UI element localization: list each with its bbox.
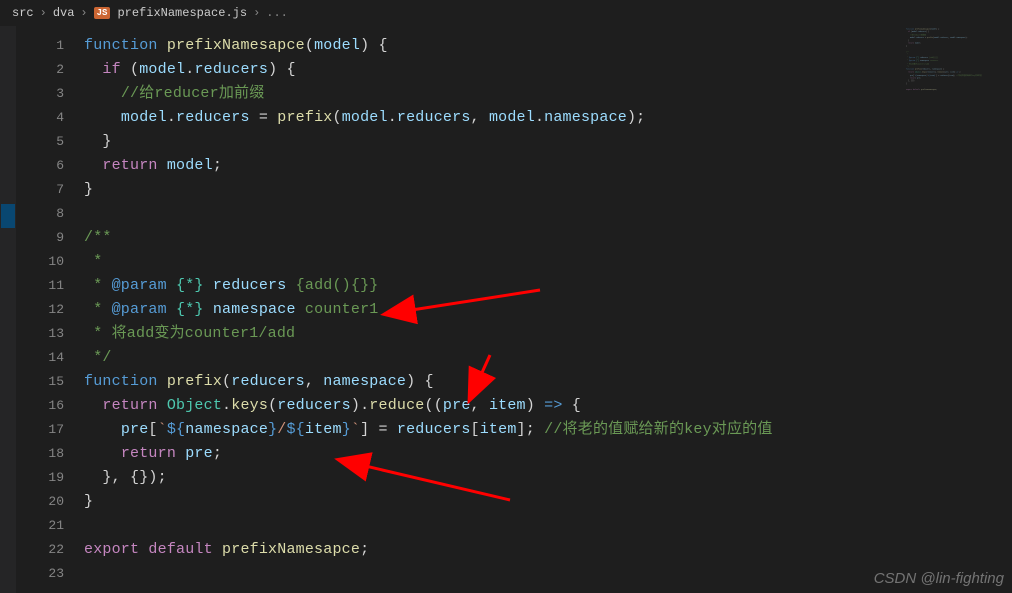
line-number: 9 <box>16 226 64 250</box>
line-number: 8 <box>16 202 64 226</box>
code-line[interactable]: function prefix(reducers, namespace) { <box>84 370 902 394</box>
code-line[interactable]: */ <box>84 346 902 370</box>
code-text-area[interactable]: function prefixNamesapce(model) { if (mo… <box>84 26 902 593</box>
code-line[interactable] <box>84 202 902 226</box>
code-line[interactable]: //给reducer加前缀 <box>84 82 902 106</box>
code-line[interactable]: * @param {*} namespace counter1 <box>84 298 902 322</box>
code-line[interactable]: } <box>84 130 902 154</box>
code-line[interactable]: }, {}); <box>84 466 902 490</box>
breadcrumb-part-dva[interactable]: dva <box>53 6 75 20</box>
chevron-right-icon: › <box>253 6 260 20</box>
code-line[interactable]: * <box>84 250 902 274</box>
code-line[interactable]: export default prefixNamesapce; <box>84 538 902 562</box>
line-number: 19 <box>16 466 64 490</box>
editor-area: 1234567891011121314151617181920212223 fu… <box>0 26 1012 593</box>
code-line[interactable] <box>84 562 902 586</box>
code-line[interactable] <box>906 91 1012 94</box>
chevron-right-icon: › <box>80 6 87 20</box>
line-number: 16 <box>16 394 64 418</box>
code-line[interactable]: * @param {*} reducers {add(){}} <box>84 274 902 298</box>
line-number: 18 <box>16 442 64 466</box>
code-line[interactable] <box>84 514 902 538</box>
line-number: 7 <box>16 178 64 202</box>
chevron-right-icon: › <box>40 6 47 20</box>
code-line[interactable]: model.reducers = prefix(model.reducers, … <box>84 106 902 130</box>
line-number: 17 <box>16 418 64 442</box>
code-line[interactable]: } <box>84 490 902 514</box>
line-number: 1 <box>16 34 64 58</box>
line-number: 14 <box>16 346 64 370</box>
code-line[interactable]: pre[`${namespace}/${item}`] = reducers[i… <box>84 418 902 442</box>
line-number: 13 <box>16 322 64 346</box>
line-number: 10 <box>16 250 64 274</box>
code-line[interactable]: /** <box>84 226 902 250</box>
line-number: 5 <box>16 130 64 154</box>
js-file-icon: JS <box>94 7 111 19</box>
line-number: 22 <box>16 538 64 562</box>
code-line[interactable]: return model; <box>84 154 902 178</box>
line-number: 15 <box>16 370 64 394</box>
watermark: CSDN @lin-fighting <box>874 570 1004 587</box>
breadcrumb-file[interactable]: prefixNamespace.js <box>117 6 247 20</box>
activity-bar <box>0 26 16 593</box>
line-number-gutter[interactable]: 1234567891011121314151617181920212223 <box>16 26 84 593</box>
code-line[interactable]: function prefixNamesapce(model) { <box>84 34 902 58</box>
breadcrumb[interactable]: src › dva › JS prefixNamespace.js › ... <box>0 0 1012 26</box>
activity-indicator <box>1 204 15 228</box>
code-line[interactable]: return pre; <box>84 442 902 466</box>
line-number: 3 <box>16 82 64 106</box>
line-number: 12 <box>16 298 64 322</box>
line-number: 20 <box>16 490 64 514</box>
minimap[interactable]: function prefixNamesapce(model) { if (mo… <box>902 26 1012 593</box>
code-line[interactable]: if (model.reducers) { <box>84 58 902 82</box>
line-number: 11 <box>16 274 64 298</box>
code-line[interactable]: return Object.keys(reducers).reduce((pre… <box>84 394 902 418</box>
line-number: 4 <box>16 106 64 130</box>
line-number: 6 <box>16 154 64 178</box>
breadcrumb-ellipsis[interactable]: ... <box>266 6 288 20</box>
line-number: 2 <box>16 58 64 82</box>
code-line[interactable]: * 将add变为counter1/add <box>84 322 902 346</box>
line-number: 21 <box>16 514 64 538</box>
breadcrumb-part-src[interactable]: src <box>12 6 34 20</box>
line-number: 23 <box>16 562 64 586</box>
code-line[interactable]: } <box>84 178 902 202</box>
